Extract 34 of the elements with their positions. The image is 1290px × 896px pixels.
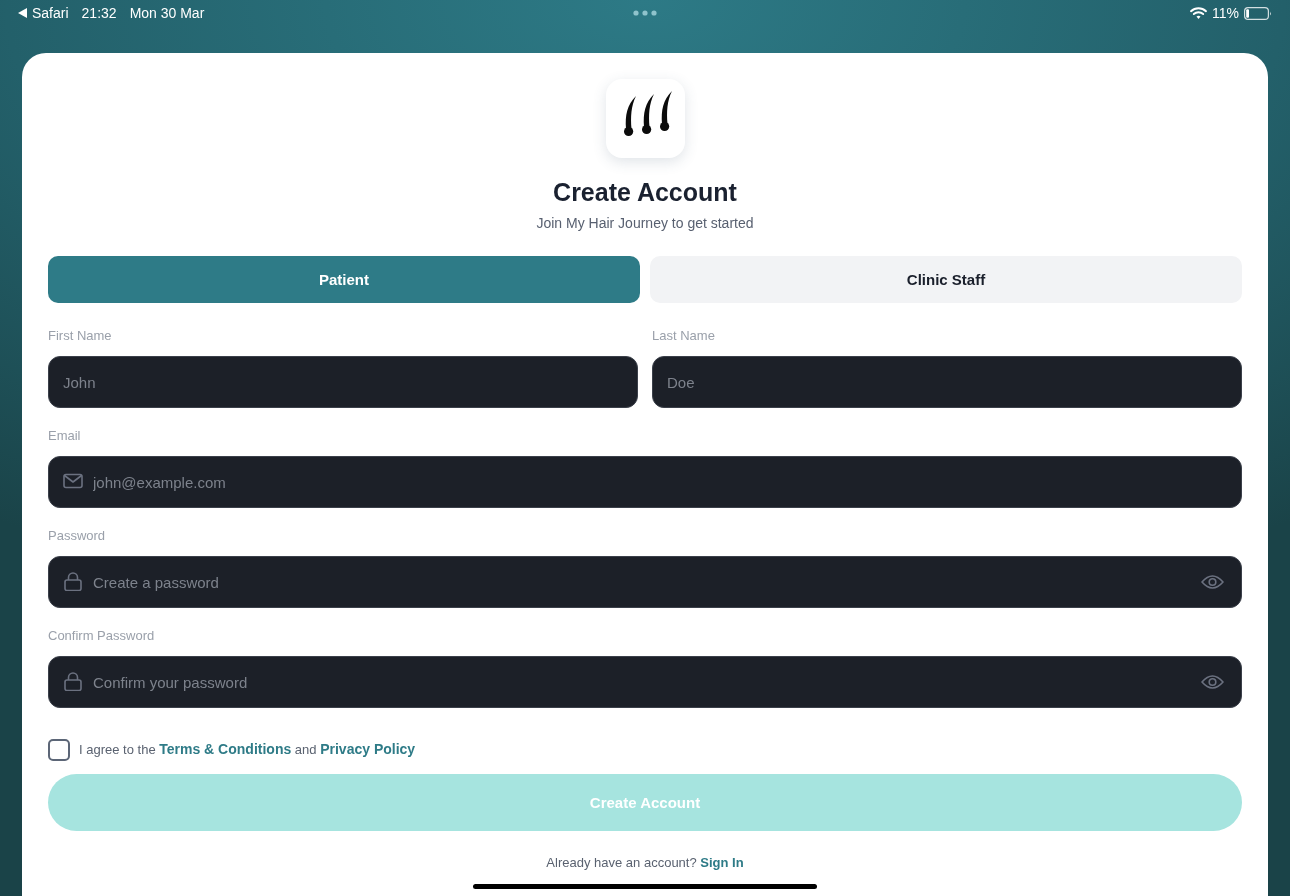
wifi-icon	[1190, 7, 1207, 19]
role-tab[interactable]: Patient	[48, 256, 640, 303]
policy-link[interactable]: Privacy Policy	[320, 740, 416, 757]
status-date: Mon 30 Mar	[129, 5, 205, 21]
eye-icon[interactable]	[1201, 674, 1224, 690]
status-time: 21:32	[81, 5, 117, 21]
policy-link[interactable]: Terms & Conditions	[159, 740, 292, 757]
field-label: Email	[48, 428, 81, 444]
page-subtitle: Join My Hair Journey to get started	[536, 214, 754, 232]
back-to-app-button[interactable]: Safari	[18, 5, 69, 21]
battery-icon	[1244, 6, 1272, 20]
back-triangle-icon	[18, 8, 27, 18]
name-field[interactable]: John	[48, 356, 638, 408]
password-field[interactable]: Confirm your password	[48, 656, 1242, 708]
eye-icon[interactable]	[1201, 574, 1224, 590]
more-dots-icon[interactable]	[633, 10, 657, 16]
email-field[interactable]: john@example.com	[48, 456, 1242, 508]
battery-percent: 11%	[1212, 5, 1239, 21]
role-tab[interactable]: Clinic Staff	[650, 256, 1242, 303]
field-label: Password	[48, 528, 106, 544]
sign-in-prompt: Already have an account? Sign In	[546, 855, 744, 871]
name-field[interactable]: Doe	[652, 356, 1242, 408]
field-label: Last Name	[652, 328, 715, 344]
lock-icon	[64, 572, 82, 591]
field-label: Confirm Password	[48, 628, 155, 644]
agree-checkbox[interactable]	[48, 739, 70, 761]
field-label: First Name	[48, 328, 112, 344]
envelope-icon	[63, 473, 83, 489]
lock-icon	[64, 672, 82, 691]
agreement-text: I agree to the Terms & Conditions and Privacy Policy	[79, 740, 416, 757]
hair-strands-icon	[605, 79, 685, 158]
page-title: Create Account	[553, 177, 737, 208]
sign-in-link[interactable]: Sign In	[700, 855, 744, 870]
password-field[interactable]: Create a password	[48, 556, 1242, 608]
